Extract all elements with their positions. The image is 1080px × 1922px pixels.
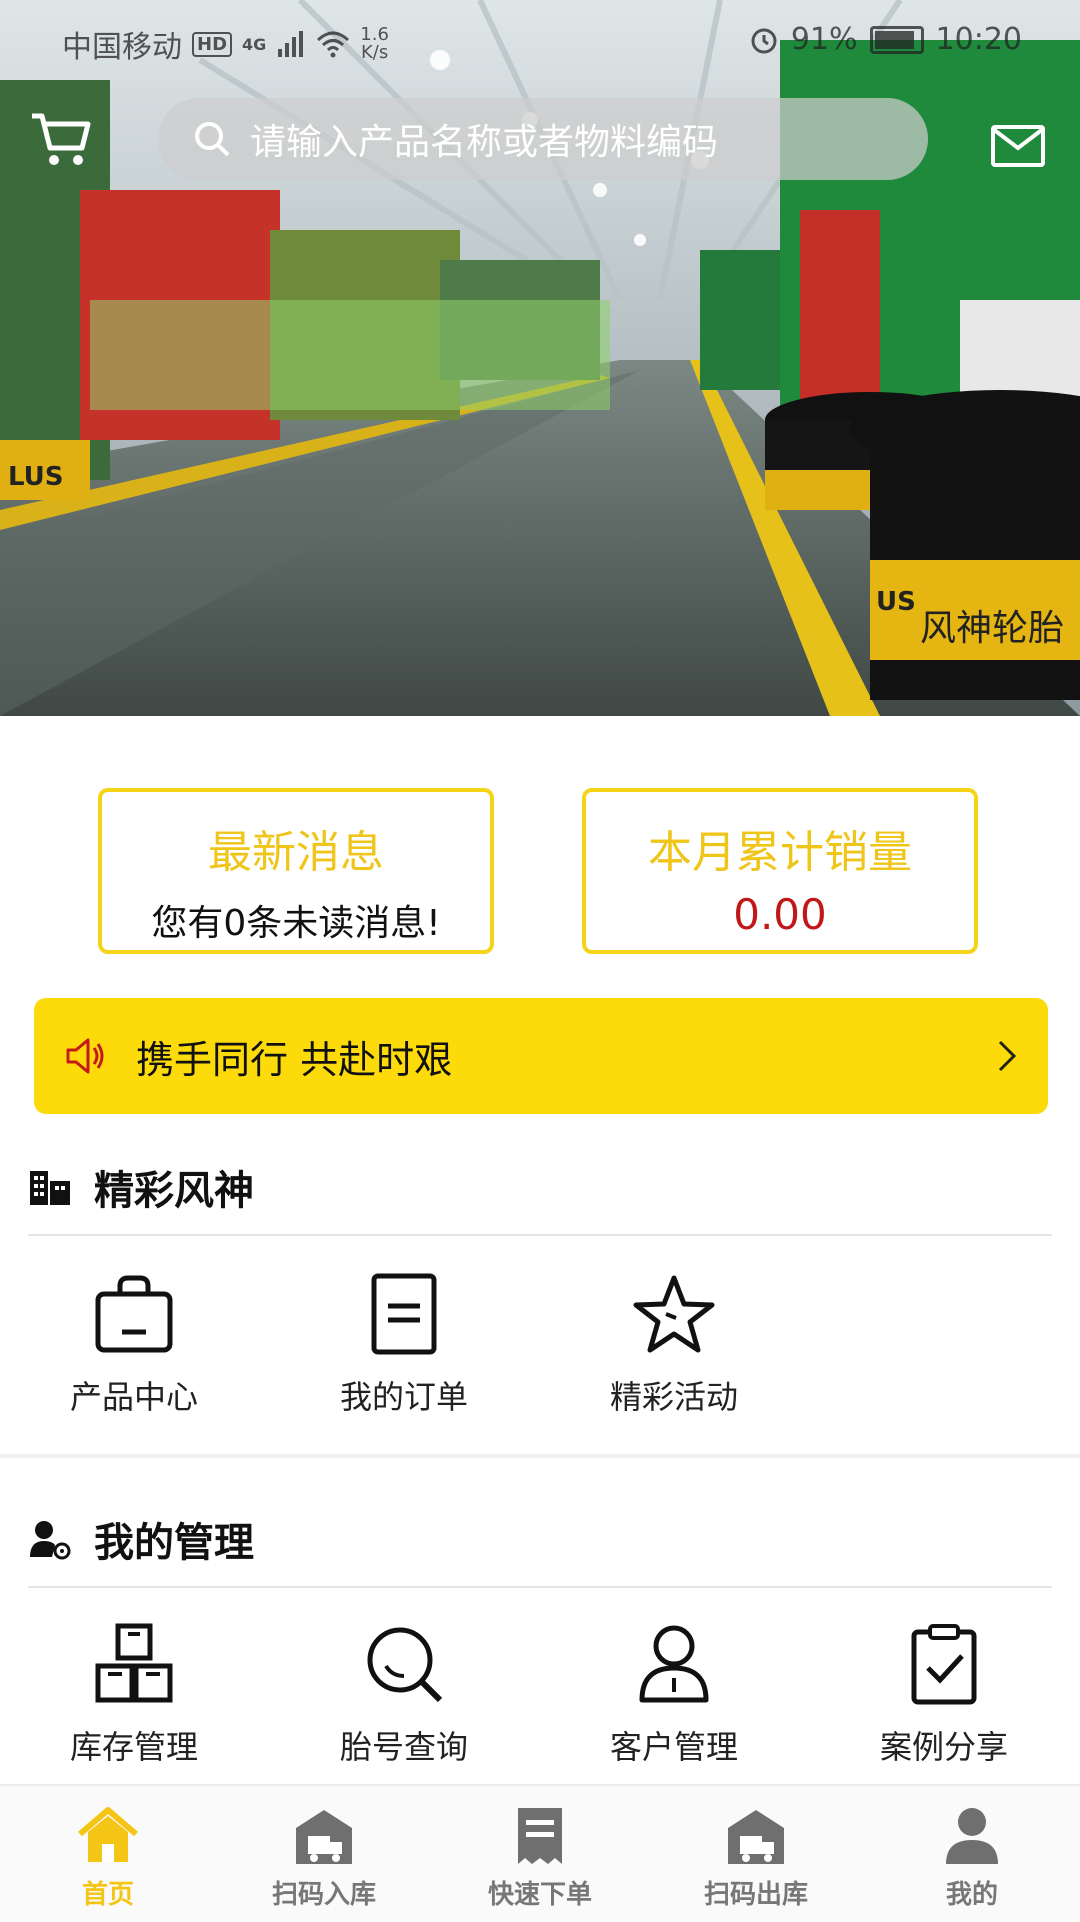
inventory-management-label: 库存管理 xyxy=(69,1728,198,1766)
bottom-tab-bar: 首页 扫码入库 快速下单 扫码出库 我的 xyxy=(0,1784,1080,1922)
search-icon xyxy=(195,122,230,157)
mail-icon[interactable] xyxy=(990,124,1046,168)
network-speed: 1.6 K/s xyxy=(360,26,389,62)
banner-tire-text: 风神轮胎 xyxy=(920,608,1064,649)
tab-scan-outbound[interactable]: 扫码出库 xyxy=(676,1804,836,1911)
chevron-right-icon xyxy=(998,1040,1017,1072)
featured-section-header: 精彩风神 xyxy=(28,1158,254,1216)
search-icon xyxy=(367,1627,443,1703)
featured-activities-label: 精彩活动 xyxy=(609,1378,738,1416)
banner-side-text: LUS xyxy=(8,462,63,492)
tab-mine[interactable]: 我的 xyxy=(892,1804,1052,1911)
my-orders-label: 我的订单 xyxy=(339,1378,468,1416)
manage-section-title: 我的管理 xyxy=(94,1520,254,1566)
building-icon xyxy=(30,1171,70,1205)
my-orders-button[interactable]: 我的订单 xyxy=(304,1272,504,1418)
hd-badge: HD xyxy=(192,31,233,57)
search-placeholder[interactable]: 请输入产品名称或者物料编码 xyxy=(250,113,718,165)
person-icon xyxy=(639,1625,709,1703)
network-type: 4G xyxy=(242,34,267,54)
wifi-icon xyxy=(317,31,350,58)
alarm-icon xyxy=(751,28,777,53)
cart-icon[interactable] xyxy=(28,108,94,170)
boxes-icon xyxy=(95,1623,173,1703)
monthly-sales-card[interactable]: 本月累计销量 0.00 xyxy=(582,788,978,954)
latest-messages-title: 最新消息 xyxy=(208,827,384,878)
speaker-icon xyxy=(66,1038,104,1074)
product-center-button[interactable]: 产品中心 xyxy=(34,1272,234,1418)
receipt-icon xyxy=(518,1808,562,1864)
monthly-sales-value: 0.00 xyxy=(733,890,827,939)
user-settings-icon xyxy=(30,1521,71,1560)
manage-section-header: 我的管理 xyxy=(28,1510,254,1568)
tab-home-label: 首页 xyxy=(81,1880,134,1910)
signal-icon xyxy=(278,31,304,57)
warehouse-truck-icon xyxy=(728,1810,784,1864)
battery-percent: 91% xyxy=(790,22,858,57)
case-sharing-label: 案例分享 xyxy=(879,1728,1008,1766)
tab-mine-label: 我的 xyxy=(945,1880,998,1910)
document-icon xyxy=(371,1273,437,1355)
user-icon xyxy=(946,1808,998,1864)
tab-quick-order[interactable]: 快速下单 xyxy=(460,1804,620,1911)
product-center-label: 产品中心 xyxy=(69,1378,198,1416)
customer-management-label: 客户管理 xyxy=(609,1728,738,1766)
customer-management-button[interactable]: 客户管理 xyxy=(574,1622,774,1768)
banner-tire-brand-fragment: US xyxy=(876,587,916,617)
divider xyxy=(28,1586,1052,1588)
featured-section-title: 精彩风神 xyxy=(94,1168,254,1214)
network-speed-unit: K/s xyxy=(360,42,389,63)
clipboard-check-icon xyxy=(911,1624,977,1705)
hero-banner: LUS US 风神轮胎 中国移动 HD 4G 1.6 K/s 91% 10:20… xyxy=(0,0,1080,716)
warehouse-truck-icon xyxy=(296,1810,352,1864)
tab-quick-order-label: 快速下单 xyxy=(487,1880,592,1910)
tab-scan-outbound-label: 扫码出库 xyxy=(703,1880,808,1910)
unread-messages-text: 您有0条未读消息! xyxy=(151,903,441,944)
case-sharing-button[interactable]: 案例分享 xyxy=(844,1622,1044,1768)
notice-bar[interactable]: 携手同行 共赴时艰 xyxy=(34,998,1048,1114)
tire-number-query-button[interactable]: 胎号查询 xyxy=(304,1622,504,1768)
battery-icon xyxy=(869,25,924,54)
carrier-name: 中国移动 xyxy=(62,30,182,65)
status-bar: 中国移动 HD 4G 1.6 K/s 91% 10:20 xyxy=(0,0,1080,84)
star-icon xyxy=(633,1275,715,1353)
featured-activities-button[interactable]: 精彩活动 xyxy=(574,1272,774,1418)
tab-home[interactable]: 首页 xyxy=(28,1804,188,1911)
home-icon xyxy=(78,1807,138,1862)
divider xyxy=(28,1234,1052,1236)
tire-number-query-label: 胎号查询 xyxy=(339,1728,468,1766)
section-gap xyxy=(0,1454,1080,1458)
search-bar[interactable]: 请输入产品名称或者物料编码 xyxy=(158,98,928,180)
notice-text: 携手同行 共赴时艰 xyxy=(136,1037,453,1082)
bag-icon xyxy=(95,1275,173,1353)
inventory-management-button[interactable]: 库存管理 xyxy=(34,1622,234,1768)
latest-messages-card[interactable]: 最新消息 您有0条未读消息! xyxy=(98,788,494,954)
tab-scan-inbound-label: 扫码入库 xyxy=(271,1880,376,1910)
monthly-sales-title: 本月累计销量 xyxy=(648,827,912,878)
tab-scan-inbound[interactable]: 扫码入库 xyxy=(244,1804,404,1911)
clock-time: 10:20 xyxy=(935,22,1022,57)
